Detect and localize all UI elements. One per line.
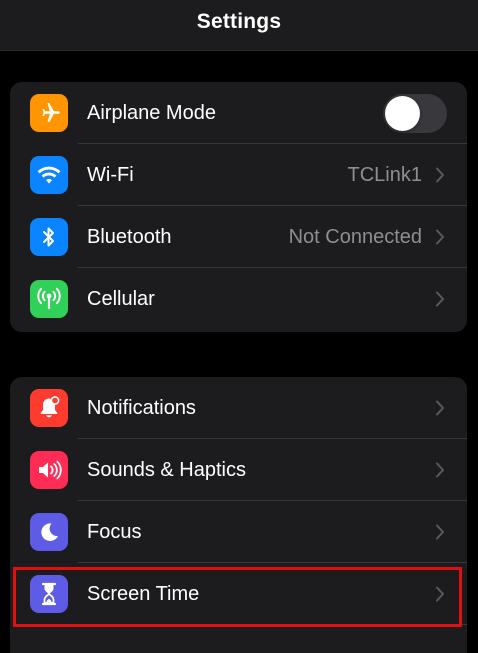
notifications-row[interactable]: Notifications	[10, 377, 467, 439]
navigation-bar: Settings	[0, 0, 478, 51]
moon-icon	[30, 513, 68, 551]
chevron-right-icon	[436, 524, 444, 540]
chevron-right-icon	[436, 586, 444, 602]
cellular-antenna-icon	[30, 280, 68, 318]
airplane-mode-label: Airplane Mode	[87, 102, 216, 124]
hourglass-icon	[30, 575, 68, 613]
sounds-haptics-row[interactable]: Sounds & Haptics	[10, 439, 467, 501]
bluetooth-row[interactable]: Bluetooth Not Connected	[10, 206, 467, 268]
bluetooth-icon	[30, 218, 68, 256]
notifications-group: Notifications Sounds & Haptics Focus Scr…	[10, 377, 467, 653]
toggle-knob	[385, 96, 420, 131]
cellular-row[interactable]: Cellular	[10, 268, 467, 330]
chevron-right-icon	[436, 291, 444, 307]
wifi-icon	[30, 156, 68, 194]
chevron-right-icon	[436, 167, 444, 183]
bell-icon	[30, 389, 68, 427]
sounds-haptics-label: Sounds & Haptics	[87, 459, 246, 481]
focus-label: Focus	[87, 521, 142, 543]
wifi-label: Wi-Fi	[87, 164, 134, 186]
bluetooth-status-value: Not Connected	[288, 226, 422, 248]
airplane-mode-toggle[interactable]	[383, 94, 447, 133]
bluetooth-label: Bluetooth	[87, 226, 172, 248]
wifi-row[interactable]: Wi-Fi TCLink1	[10, 144, 467, 206]
wifi-network-value: TCLink1	[347, 164, 422, 186]
notifications-label: Notifications	[87, 397, 196, 419]
chevron-right-icon	[436, 400, 444, 416]
screen-time-row[interactable]: Screen Time	[10, 563, 467, 625]
speaker-icon	[30, 451, 68, 489]
page-title: Settings	[196, 10, 282, 33]
focus-row[interactable]: Focus	[10, 501, 467, 563]
chevron-right-icon	[436, 229, 444, 245]
connectivity-group: Airplane Mode Wi-Fi TCLink1 Bluetooth No…	[10, 82, 467, 332]
screen-time-label: Screen Time	[87, 583, 200, 605]
airplane-icon	[30, 94, 68, 132]
airplane-mode-row: Airplane Mode	[10, 82, 467, 144]
chevron-right-icon	[436, 462, 444, 478]
cellular-label: Cellular	[87, 288, 155, 310]
row-separator	[78, 624, 467, 625]
settings-screen: Settings Airplane Mode Wi-Fi TCLink1 Blu…	[0, 0, 478, 653]
